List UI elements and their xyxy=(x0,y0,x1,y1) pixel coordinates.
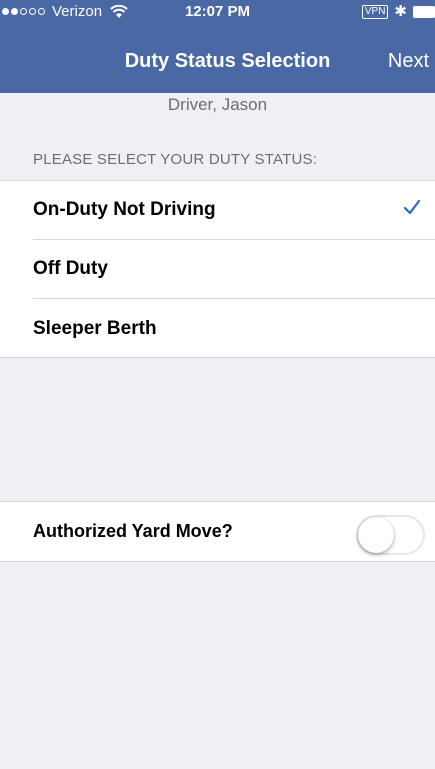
navigation-bar: Duty Status Selection Next xyxy=(0,28,435,93)
duty-option-sleeper-berth[interactable]: Sleeper Berth xyxy=(33,299,435,358)
status-bar: Verizon 12:07 PM VPN ✱ xyxy=(0,0,435,28)
status-bar-right: VPN ✱ xyxy=(361,3,435,20)
section-header: PLEASE SELECT YOUR DUTY STATUS: xyxy=(33,151,318,168)
vpn-badge: VPN xyxy=(361,5,389,19)
yard-move-toggle[interactable] xyxy=(356,515,425,555)
duty-option-on-duty-not-driving[interactable]: On-Duty Not Driving xyxy=(33,181,435,240)
checkmark-icon xyxy=(403,199,421,215)
duty-option-label: Sleeper Berth xyxy=(33,317,157,339)
battery-icon xyxy=(413,6,435,18)
yard-move-row: Authorized Yard Move? xyxy=(0,501,435,562)
duty-option-label: Off Duty xyxy=(33,258,108,279)
header-bar: Verizon 12:07 PM VPN ✱ Duty Status Selec… xyxy=(0,0,435,93)
duty-option-off-duty[interactable]: Off Duty xyxy=(33,240,435,299)
next-button[interactable]: Next xyxy=(388,50,429,73)
page-title: Duty Status Selection xyxy=(124,50,331,72)
driver-name: Driver, Jason xyxy=(167,95,268,114)
duty-status-list: On-Duty Not Driving Off Duty Sleeper Ber… xyxy=(0,180,435,358)
yard-move-label: Authorized Yard Move? xyxy=(33,521,233,541)
duty-option-label: On-Duty Not Driving xyxy=(33,199,216,220)
bluetooth-icon: ✱ xyxy=(394,3,407,20)
toggle-knob xyxy=(358,517,394,553)
